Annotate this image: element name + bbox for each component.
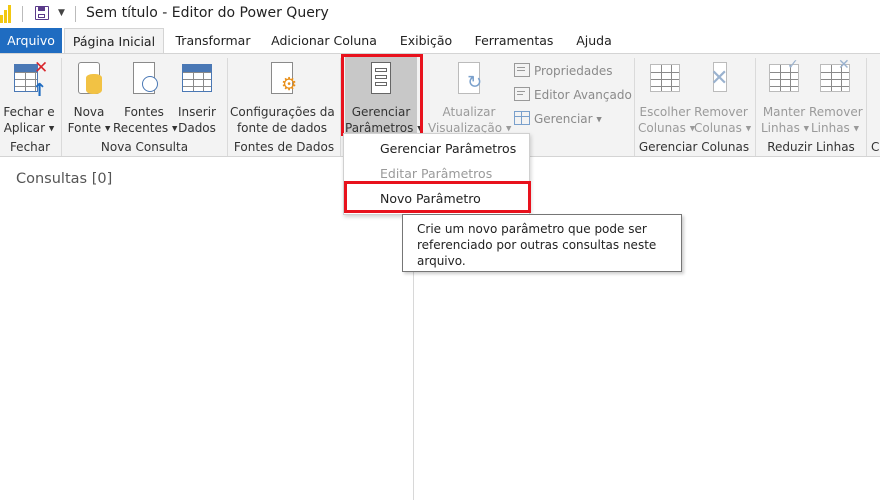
manage-button[interactable]: Gerenciar ▼ bbox=[514, 111, 602, 128]
data-source-settings-button[interactable]: ⚙ Configurações da fonte de dados bbox=[230, 54, 335, 136]
highlight-new-parameter bbox=[344, 181, 531, 213]
remove-columns-button[interactable]: ✕ Remover Colunas ▼ bbox=[694, 54, 751, 137]
group-label-gerenciar-colunas: Gerenciar Colunas bbox=[638, 140, 750, 154]
chevron-down-icon[interactable]: ▼ bbox=[58, 8, 65, 18]
separator bbox=[22, 6, 23, 22]
highlight-manage-parameters bbox=[341, 54, 423, 136]
tab-adicionar-coluna[interactable]: Adicionar Coluna bbox=[266, 28, 382, 53]
table-icon bbox=[180, 60, 214, 104]
close-apply-button[interactable]: ✕ ↑ Fechar e Aplicar ▼ bbox=[3, 54, 55, 137]
remove-rows-icon: ✕ bbox=[818, 58, 852, 104]
new-parameter-tooltip: Crie um novo parâmetro que pode ser refe… bbox=[402, 214, 682, 272]
tab-arquivo[interactable]: Arquivo bbox=[0, 28, 62, 53]
group-label-nova-consulta: Nova Consulta bbox=[100, 140, 189, 154]
tab-ajuda[interactable]: Ajuda bbox=[566, 28, 622, 53]
group-label-clipped: C bbox=[871, 140, 880, 154]
queries-pane-title: Consultas [0] bbox=[16, 171, 113, 187]
title-bar: ▼ Sem título - Editor do Power Query bbox=[0, 0, 880, 28]
advanced-editor-button[interactable]: Editor Avançado bbox=[514, 87, 632, 103]
enter-data-button[interactable]: Inserir Dados bbox=[176, 54, 218, 136]
remove-rows-button[interactable]: ✕ Remover Linhas ▼ bbox=[809, 54, 863, 137]
refresh-icon: ↻ bbox=[454, 60, 484, 104]
ribbon-tabs: Arquivo Página Inicial Transformar Adici… bbox=[0, 28, 880, 53]
recent-document-icon bbox=[129, 60, 159, 104]
menu-item-manage-parameters[interactable]: Gerenciar Parâmetros bbox=[344, 136, 529, 161]
keep-rows-icon: ✓ bbox=[767, 58, 801, 104]
refresh-preview-button[interactable]: ↻ Atualizar Visualização ▼ bbox=[428, 54, 511, 137]
properties-button[interactable]: Propriedades bbox=[514, 63, 613, 79]
recent-sources-button[interactable]: Fontes Recentes ▼ bbox=[113, 54, 177, 137]
keep-rows-button[interactable]: ✓ Manter Linhas ▼ bbox=[761, 54, 809, 137]
choose-columns-button[interactable]: Escolher Colunas ▼ bbox=[638, 54, 695, 137]
gear-document-icon: ⚙ bbox=[267, 60, 297, 104]
separator bbox=[75, 6, 76, 22]
database-icon bbox=[74, 60, 104, 104]
group-label-fontes-de-dados: Fontes de Dados bbox=[233, 140, 335, 154]
new-source-button[interactable]: Nova Fonte ▼ bbox=[66, 54, 112, 137]
window-title: Sem título - Editor do Power Query bbox=[86, 5, 329, 21]
group-label-reduzir-linhas: Reduzir Linhas bbox=[767, 140, 855, 154]
save-icon[interactable] bbox=[35, 6, 49, 20]
power-bi-logo-icon bbox=[0, 5, 12, 23]
manage-table-icon bbox=[514, 111, 530, 125]
group-separator bbox=[866, 58, 867, 156]
tab-pagina-inicial[interactable]: Página Inicial bbox=[64, 28, 164, 53]
properties-icon bbox=[514, 63, 530, 77]
close-apply-icon: ✕ ↑ bbox=[12, 60, 48, 104]
choose-columns-icon bbox=[648, 60, 682, 104]
tab-transformar[interactable]: Transformar bbox=[168, 28, 258, 53]
group-label-fechar: Fechar bbox=[9, 140, 51, 154]
remove-columns-icon: ✕ bbox=[704, 60, 738, 104]
tab-ferramentas[interactable]: Ferramentas bbox=[470, 28, 558, 53]
tab-exibicao[interactable]: Exibição bbox=[391, 28, 461, 53]
advanced-editor-icon bbox=[514, 87, 530, 101]
